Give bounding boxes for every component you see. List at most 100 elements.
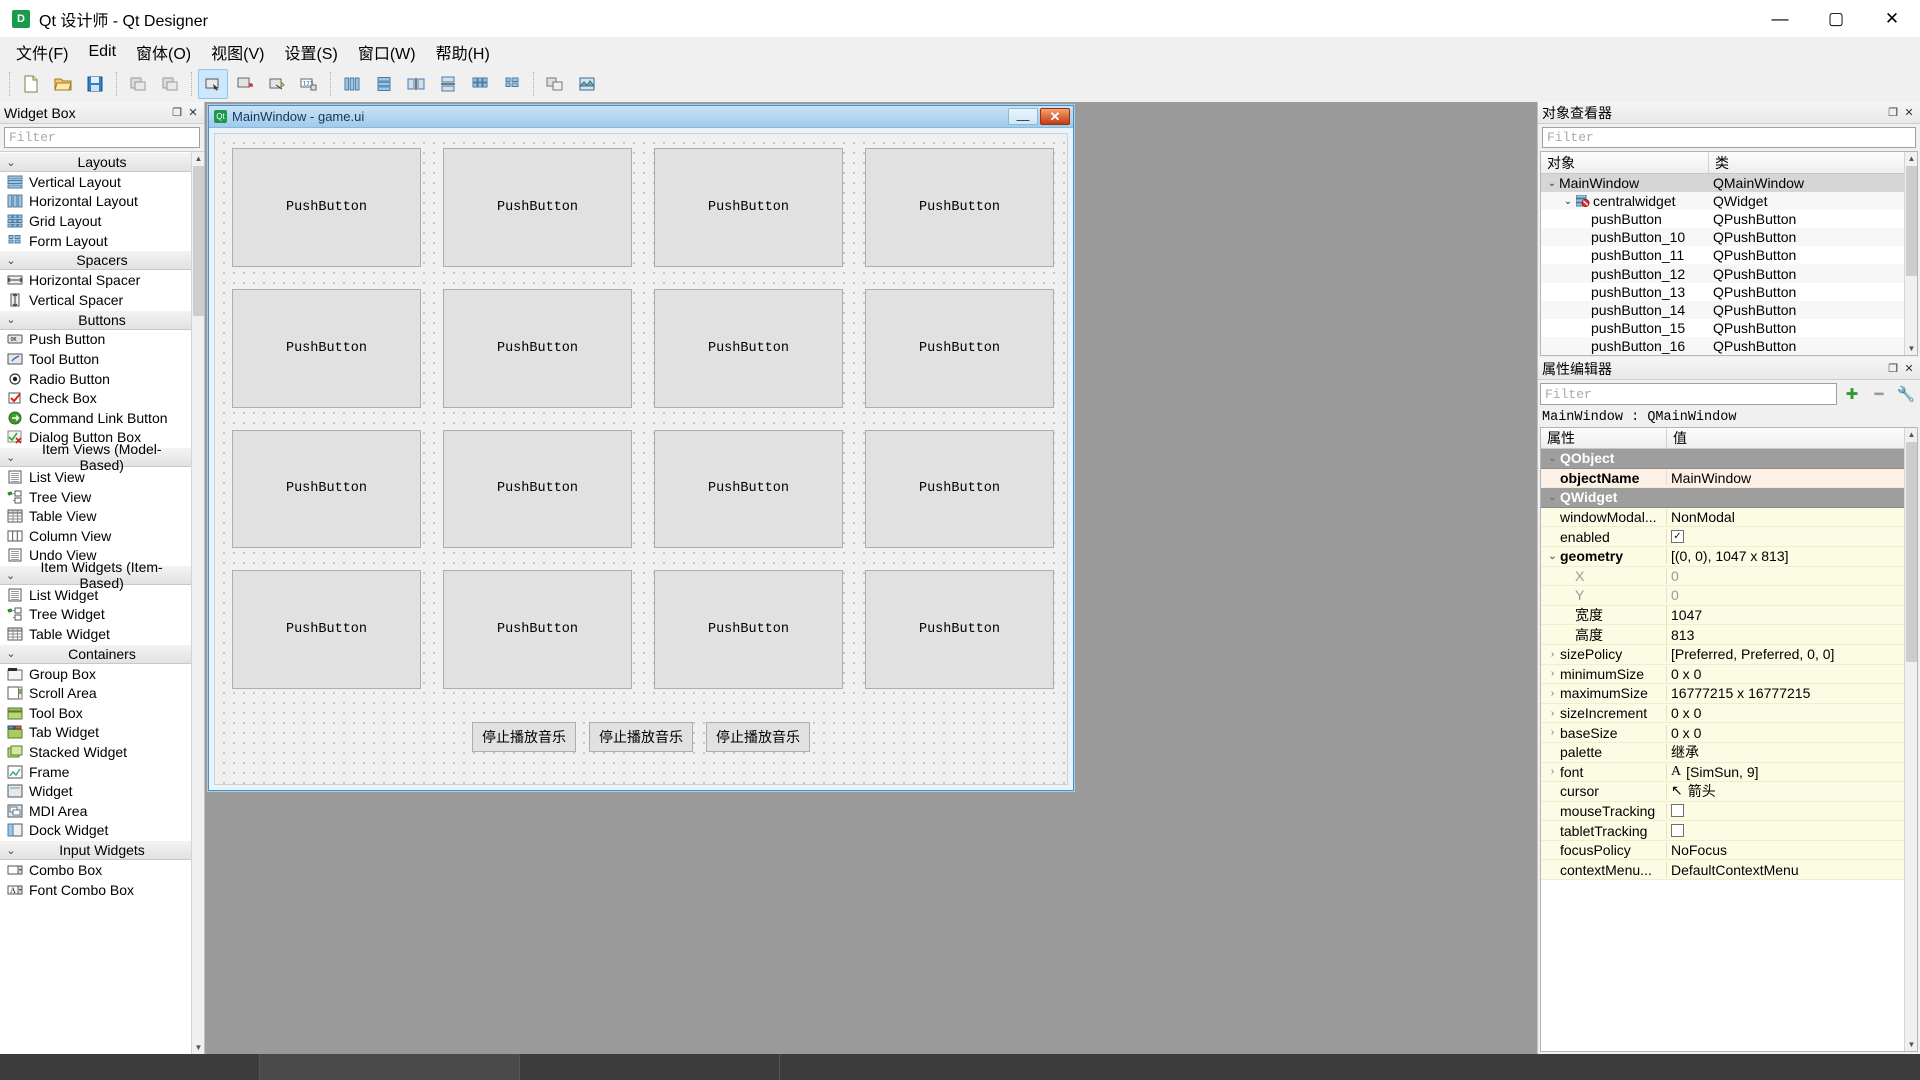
menu-window[interactable]: 窗口(W) (348, 37, 426, 67)
configure-property-icon[interactable]: 🔧 (1894, 383, 1918, 405)
object-tree-row[interactable]: pushButton_11 QPushButton (1541, 246, 1917, 265)
scrollbar-thumb[interactable] (193, 166, 204, 316)
widget-box-item[interactable]: Table View (0, 506, 204, 526)
chevron-right-icon[interactable]: › (1545, 649, 1560, 660)
redo-icon[interactable] (155, 69, 185, 99)
property-row[interactable]: focusPolicy NoFocus (1541, 840, 1917, 861)
stop-music-button[interactable]: 停止播放音乐 (706, 722, 810, 752)
property-table-scrollbar[interactable]: ▲ ▼ (1904, 428, 1917, 1051)
widget-box-item[interactable]: Vertical Layout (0, 172, 204, 192)
layout-horizontally-icon[interactable] (337, 69, 367, 99)
mdi-work-area[interactable]: Qt MainWindow - game.ui — ✕ PushButton Pu… (205, 102, 1537, 1054)
property-editor-float-button[interactable]: ❐ (1886, 362, 1900, 376)
property-row[interactable]: › maximumSize 16777215 x 16777215 (1541, 684, 1917, 704)
stop-music-button[interactable]: 停止播放音乐 (589, 722, 693, 752)
layout-form-icon[interactable] (497, 69, 527, 99)
form-push-button[interactable]: PushButton (865, 429, 1054, 549)
property-row[interactable]: palette 继承 (1541, 742, 1917, 763)
menu-edit[interactable]: Edit (78, 40, 126, 64)
chevron-down-icon[interactable]: ⌄ (1545, 453, 1560, 464)
form-push-button[interactable]: PushButton (865, 570, 1054, 689)
adjust-size-icon[interactable] (572, 69, 602, 99)
property-value-cell[interactable]: ✓ (1667, 530, 1917, 544)
widget-group-header[interactable]: ⌄ Buttons (0, 309, 204, 330)
layout-splitter-v-icon[interactable] (433, 69, 463, 99)
minimize-button[interactable]: — (1752, 0, 1808, 38)
property-filter-input[interactable]: Filter (1540, 383, 1837, 405)
menu-file[interactable]: 文件(F) (6, 37, 78, 67)
widget-box-item[interactable]: Widget (0, 781, 204, 802)
widget-box-item[interactable]: Radio Button (0, 368, 204, 389)
taskbar-item[interactable] (260, 1054, 520, 1080)
property-row[interactable]: windowModal... NonModal (1541, 507, 1917, 528)
property-row[interactable]: ⌄ geometry [(0, 0), 1047 x 813] (1541, 546, 1917, 567)
property-value-cell[interactable]: 继承 (1667, 742, 1917, 762)
menu-form[interactable]: 窗体(O) (126, 37, 201, 67)
form-push-button[interactable]: PushButton (443, 288, 632, 408)
form-push-button[interactable]: PushButton (232, 429, 421, 549)
column-header-object[interactable]: 对象 (1541, 152, 1709, 173)
chevron-down-icon[interactable]: ⌄ (1545, 178, 1559, 189)
layout-vertically-icon[interactable] (369, 69, 399, 99)
property-row[interactable]: tabletTracking (1541, 821, 1917, 841)
property-row[interactable]: › font A [SimSun, 9] (1541, 762, 1917, 783)
stop-music-button[interactable]: 停止播放音乐 (472, 722, 576, 752)
object-tree-row[interactable]: ⌄ centralwidget QWidget (1541, 192, 1917, 211)
add-property-icon[interactable]: ✚ (1840, 383, 1864, 405)
form-push-button[interactable]: PushButton (865, 288, 1054, 408)
property-row[interactable]: › baseSize 0 x 0 (1541, 723, 1917, 743)
object-tree-row[interactable]: pushButton_10 QPushButton (1541, 228, 1917, 247)
form-window[interactable]: Qt MainWindow - game.ui — ✕ PushButton Pu… (208, 105, 1074, 791)
toolbar-handle-1[interactable] (9, 72, 10, 96)
widget-box-item[interactable]: A Font Combo Box (0, 879, 204, 900)
widget-box-item[interactable]: Horizontal Spacer (0, 270, 204, 290)
taskbar-item[interactable] (520, 1054, 780, 1080)
form-push-button[interactable]: PushButton (654, 429, 843, 549)
menu-settings[interactable]: 设置(S) (274, 37, 347, 67)
property-value-cell[interactable]: DefaultContextMenu (1667, 862, 1917, 878)
property-value-cell[interactable]: [Preferred, Preferred, 0, 0] (1667, 646, 1917, 662)
object-tree-row[interactable]: pushButton_13 QPushButton (1541, 282, 1917, 301)
property-value-cell[interactable]: MainWindow (1667, 470, 1917, 486)
widget-box-item[interactable]: Combo Box (0, 860, 204, 880)
chevron-down-icon[interactable]: ⌄ (1561, 196, 1575, 207)
undo-icon[interactable] (123, 69, 153, 99)
widget-box-item[interactable]: Tree View (0, 486, 204, 507)
form-push-button[interactable]: PushButton (654, 148, 843, 267)
widget-box-item[interactable]: Frame (0, 761, 204, 782)
column-header-value[interactable]: 值 (1667, 428, 1917, 448)
widget-box-scrollbar[interactable]: ▲ ▼ (191, 152, 204, 1054)
remove-property-icon[interactable]: ━ (1867, 383, 1891, 405)
property-value-cell[interactable]: 0 (1667, 568, 1917, 584)
form-push-button[interactable]: PushButton (654, 570, 843, 689)
widget-box-item[interactable]: Grid Layout (0, 211, 204, 231)
taskbar-item[interactable] (0, 1054, 260, 1080)
widget-group-header[interactable]: ⌄ Containers (0, 643, 204, 664)
scroll-down-icon[interactable]: ▼ (1906, 1038, 1917, 1051)
widget-box-item[interactable]: Stacked Widget (0, 742, 204, 762)
widget-group-header[interactable]: ⌄ Spacers (0, 250, 204, 271)
widget-box-item[interactable]: Tab Widget (0, 722, 204, 743)
form-push-button[interactable]: PushButton (443, 429, 632, 549)
menu-help[interactable]: 帮助(H) (426, 37, 500, 67)
object-tree-row[interactable]: pushButton_14 QPushButton (1541, 300, 1917, 319)
property-value-cell[interactable]: NonModal (1667, 509, 1917, 525)
edit-widgets-icon[interactable] (198, 69, 228, 99)
widget-box-item[interactable]: Tool Button (0, 349, 204, 369)
chevron-down-icon[interactable]: ⌄ (1545, 492, 1560, 503)
property-row[interactable]: › sizePolicy [Preferred, Preferred, 0, 0] (1541, 644, 1917, 665)
property-row[interactable]: objectName MainWindow (1541, 468, 1917, 489)
form-canvas[interactable]: PushButton PushButton PushButton PushButton… (214, 133, 1068, 785)
property-row[interactable]: cursor ↖ 箭头 (1541, 782, 1917, 802)
object-tree-row[interactable]: pushButton_15 QPushButton (1541, 318, 1917, 337)
edit-buddies-icon[interactable] (262, 69, 292, 99)
widget-group-header[interactable]: ⌄ Item Widgets (Item-Based) (0, 559, 204, 591)
object-tree-row[interactable]: pushButton_12 QPushButton (1541, 264, 1917, 283)
widget-box-close-button[interactable]: ✕ (186, 106, 200, 120)
widget-box-item[interactable]: MDI Area (0, 801, 204, 821)
scroll-down-icon[interactable]: ▼ (193, 1041, 204, 1054)
open-file-icon[interactable] (48, 69, 78, 99)
scrollbar-thumb[interactable] (1906, 166, 1917, 276)
chevron-right-icon[interactable]: › (1545, 766, 1560, 777)
break-layout-icon[interactable] (540, 69, 570, 99)
